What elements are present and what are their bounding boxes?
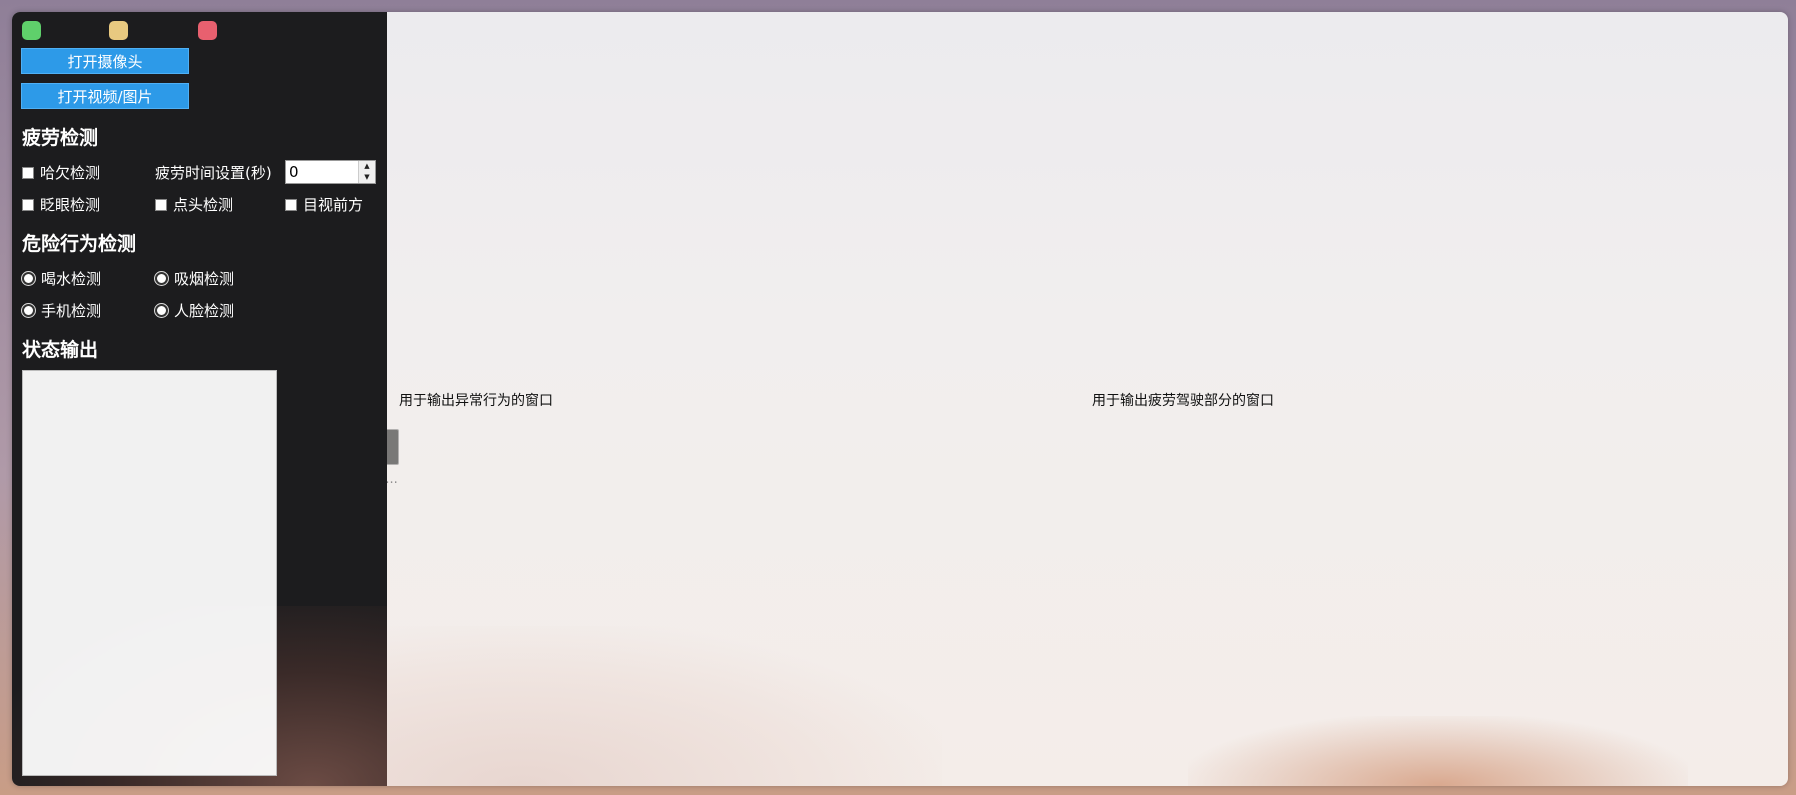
- fatigue-time-label: 疲劳时间设置(秒): [155, 164, 272, 182]
- blink-checkbox[interactable]: [22, 198, 34, 211]
- yawn-checkbox[interactable]: [22, 166, 34, 179]
- fatigue-time-value[interactable]: 0: [289, 163, 299, 181]
- nod-label: 点头检测: [173, 196, 234, 214]
- spin-up-icon[interactable]: ▲: [359, 161, 375, 172]
- face-option[interactable]: 人脸检测: [155, 300, 234, 321]
- open-video-image-button[interactable]: 打开视频/图片: [21, 83, 189, 109]
- spin-arrows: ▲ ▼: [358, 161, 375, 183]
- look-ahead-option[interactable]: 目视前方: [285, 194, 363, 215]
- face-label: 人脸检测: [174, 302, 235, 320]
- look-ahead-label: 目视前方: [303, 196, 364, 214]
- face-radio[interactable]: [155, 304, 168, 317]
- smoke-label: 吸烟检测: [174, 270, 235, 288]
- close-button[interactable]: [198, 21, 217, 40]
- phone-radio[interactable]: [22, 304, 35, 317]
- wallpaper-hills: [1188, 716, 1688, 786]
- drink-option[interactable]: 喝水检测: [22, 268, 101, 289]
- nod-option[interactable]: 点头检测: [155, 194, 233, 215]
- drink-label: 喝水检测: [41, 270, 102, 288]
- status-section-title: 状态输出: [22, 339, 99, 361]
- minimize-button[interactable]: [109, 21, 128, 40]
- control-panel: 打开摄像头 打开视频/图片 疲劳检测 哈欠检测 疲劳时间设置(秒) 0 ▲ ▼ …: [12, 12, 387, 786]
- smoke-radio[interactable]: [155, 272, 168, 285]
- app-window: test2.MP... 打开摄像头 打开视频/图片 疲劳检测 哈欠检测 疲劳时间…: [12, 12, 1788, 786]
- abnormal-behavior-view-label: 用于输出异常行为的窗口: [399, 393, 553, 409]
- look-ahead-checkbox[interactable]: [285, 198, 297, 211]
- blink-label: 眨眼检测: [40, 196, 101, 214]
- nod-checkbox[interactable]: [155, 198, 167, 211]
- drink-radio[interactable]: [22, 272, 35, 285]
- status-output-textbox[interactable]: [22, 370, 277, 776]
- spin-down-icon[interactable]: ▼: [359, 172, 375, 183]
- phone-label: 手机检测: [41, 302, 102, 320]
- yawn-option[interactable]: 哈欠检测: [22, 162, 100, 183]
- fatigue-driving-view-label: 用于输出疲劳驾驶部分的窗口: [1092, 393, 1274, 409]
- fatigue-time-spinbox[interactable]: 0 ▲ ▼: [285, 160, 376, 184]
- blink-option[interactable]: 眨眼检测: [22, 194, 100, 215]
- phone-option[interactable]: 手机检测: [22, 300, 101, 321]
- yawn-label: 哈欠检测: [40, 164, 101, 182]
- open-camera-button[interactable]: 打开摄像头: [21, 48, 189, 74]
- wallpaper-mountain: [342, 626, 942, 786]
- smoke-option[interactable]: 吸烟检测: [155, 268, 234, 289]
- maximize-button[interactable]: [22, 21, 41, 40]
- danger-section-title: 危险行为检测: [22, 233, 137, 255]
- fatigue-section-title: 疲劳检测: [22, 127, 99, 149]
